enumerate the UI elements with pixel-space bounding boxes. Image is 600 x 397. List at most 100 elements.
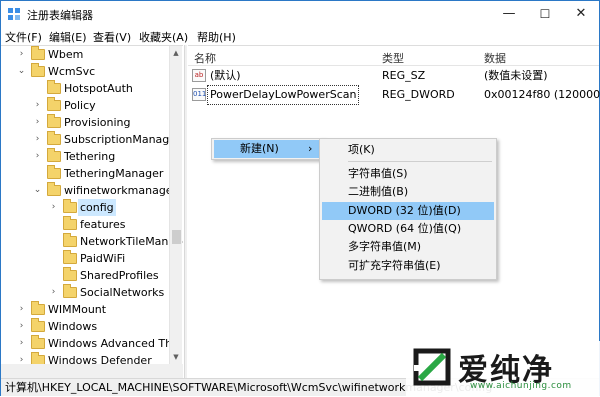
- expand-icon[interactable]: ›: [17, 46, 26, 63]
- menu-item-key[interactable]: 项(K): [322, 141, 494, 159]
- expand-icon[interactable]: ›: [33, 148, 42, 165]
- folder-icon: [63, 216, 77, 230]
- column-header-data[interactable]: 数据: [484, 50, 506, 66]
- tree-item-policy[interactable]: › Policy: [1, 97, 169, 114]
- scroll-thumb[interactable]: [172, 230, 181, 244]
- menu-item-label: 新建(N): [240, 142, 279, 155]
- binary-value-icon: 011: [192, 88, 206, 101]
- tree-item-label: wifinetworkmanager: [64, 184, 178, 197]
- tree-item-label: config: [78, 199, 116, 216]
- folder-icon: [63, 250, 77, 264]
- menu-item-multi-string-value[interactable]: 多字符串值(M): [322, 238, 494, 256]
- menu-file[interactable]: 文件(F): [5, 29, 42, 45]
- menu-view[interactable]: 查看(V): [93, 29, 131, 45]
- tree-item-label: Windows Defender: [48, 354, 152, 364]
- value-name: (默认): [210, 69, 241, 82]
- tree-item-sharedprofiles[interactable]: SharedProfiles: [1, 267, 169, 284]
- folder-icon: [47, 182, 61, 196]
- tree-item-tethering[interactable]: › Tethering: [1, 148, 169, 165]
- menu-item-dword-value[interactable]: DWORD (32 位)值(D): [322, 202, 494, 220]
- tree-item-networktilemanager[interactable]: NetworkTileManager: [1, 233, 183, 250]
- menu-favorites[interactable]: 收藏夹(A): [139, 29, 188, 45]
- value-type: REG_SZ: [382, 69, 426, 82]
- expand-icon[interactable]: ›: [17, 318, 26, 335]
- tree-item-label: features: [80, 218, 126, 231]
- title-bar: 注册表编辑器 — ☐ ✕: [1, 1, 599, 27]
- expand-icon[interactable]: ›: [17, 301, 26, 318]
- tree-item-windows-advanced-threat-protection[interactable]: › Windows Advanced Threat Protection: [1, 335, 169, 352]
- expand-icon: [33, 165, 42, 182]
- menu-item-label: QWORD (64 位)值(Q): [348, 222, 462, 235]
- tree-item-paidwifi[interactable]: PaidWiFi: [1, 250, 169, 267]
- tree-item-config[interactable]: › config: [1, 199, 169, 216]
- value-data: 0x00124f80 (1200000): [484, 88, 600, 101]
- value-row-powerdelaylowpowerscan[interactable]: 011 PowerDelayLowPowerScan REG_DWORD 0x0…: [188, 85, 600, 105]
- expand-icon[interactable]: ›: [49, 284, 58, 301]
- tree-item-windows[interactable]: › Windows: [1, 318, 169, 335]
- registry-key-tree[interactable]: › Wbem ⌄ WcmSvc HotspotAuth › Policy › P…: [1, 45, 183, 379]
- tree-item-label: NetworkTileManager: [80, 235, 183, 248]
- menu-separator: [348, 161, 492, 162]
- folder-icon: [31, 46, 45, 60]
- context-menu: 新建(N) ›: [211, 138, 325, 160]
- expand-icon: [49, 233, 58, 250]
- expand-icon[interactable]: ›: [33, 97, 42, 114]
- folder-open-icon: [63, 199, 77, 213]
- expand-icon[interactable]: ›: [33, 131, 42, 148]
- menu-help[interactable]: 帮助(H): [197, 29, 236, 45]
- watermark-url: www.aichunjing.com: [470, 381, 572, 391]
- folder-icon: [31, 301, 45, 315]
- value-row-default[interactable]: ab (默认) REG_SZ (数值未设置): [188, 67, 599, 85]
- expand-icon[interactable]: ›: [49, 199, 58, 216]
- new-submenu: 项(K) 字符串值(S) 二进制值(B) DWORD (32 位)值(D) QW…: [319, 138, 497, 280]
- tree-item-provisioning[interactable]: › Provisioning: [1, 114, 169, 131]
- menu-item-label: 二进制值(B): [348, 185, 409, 198]
- menu-item-binary-value[interactable]: 二进制值(B): [322, 183, 494, 201]
- column-header-name[interactable]: 名称: [194, 50, 216, 66]
- tree-item-label: TetheringManager: [64, 167, 164, 180]
- window-title: 注册表编辑器: [27, 9, 93, 22]
- column-header-type[interactable]: 类型: [382, 50, 404, 66]
- tree-item-wifinetworkmanager[interactable]: ⌄ wifinetworkmanager: [1, 182, 177, 199]
- close-button[interactable]: ✕: [563, 1, 599, 27]
- brand-logo-icon: [413, 348, 451, 386]
- collapse-icon[interactable]: ⌄: [17, 63, 26, 80]
- scroll-up-icon[interactable]: ▲: [170, 46, 182, 60]
- maximize-button[interactable]: ☐: [527, 1, 563, 27]
- folder-icon: [47, 80, 61, 94]
- folder-icon: [31, 63, 45, 77]
- tree-item-features[interactable]: features: [1, 216, 169, 233]
- menu-item-label: 多字符串值(M): [348, 240, 422, 253]
- tree-item-label: Provisioning: [64, 116, 131, 129]
- minimize-button[interactable]: —: [491, 1, 527, 27]
- list-header: 名称 类型 数据: [188, 46, 599, 66]
- menu-item-label: 字符串值(S): [348, 167, 408, 180]
- menu-edit[interactable]: 编辑(E): [49, 29, 87, 45]
- expand-icon[interactable]: ›: [17, 352, 26, 364]
- tree-item-hotspotauth[interactable]: HotspotAuth: [1, 80, 169, 97]
- folder-icon: [63, 233, 77, 247]
- tree-item-label: SocialNetworks: [80, 286, 165, 299]
- menu-item-new[interactable]: 新建(N) ›: [214, 140, 322, 158]
- tree-item-wbem[interactable]: › Wbem: [1, 46, 169, 63]
- tree-horizontal-scrollbar[interactable]: [1, 364, 183, 378]
- pane-splitter[interactable]: [184, 45, 187, 379]
- menu-item-string-value[interactable]: 字符串值(S): [322, 165, 494, 183]
- tree-item-windows-defender[interactable]: › Windows Defender: [1, 352, 169, 364]
- tree-item-wimmount[interactable]: › WIMMount: [1, 301, 169, 318]
- folder-icon: [47, 131, 61, 145]
- menu-item-expandable-string-value[interactable]: 可扩充字符串值(E): [322, 257, 494, 275]
- expand-icon[interactable]: ›: [33, 114, 42, 131]
- menu-bar: 文件(F) 编辑(E) 查看(V) 收藏夹(A) 帮助(H): [1, 27, 599, 45]
- tree-item-tetheringmanager[interactable]: TetheringManager: [1, 165, 169, 182]
- tree-item-subscriptionmanager[interactable]: › SubscriptionManager: [1, 131, 181, 148]
- tree-vertical-scrollbar[interactable]: ▲ ▼: [169, 46, 182, 364]
- scroll-down-icon[interactable]: ▼: [170, 350, 182, 364]
- expand-icon[interactable]: ›: [17, 335, 26, 352]
- tree-item-label: WcmSvc: [48, 65, 96, 78]
- tree-item-wcmsvc[interactable]: ⌄ WcmSvc: [1, 63, 169, 80]
- expand-icon: [33, 80, 42, 97]
- collapse-icon[interactable]: ⌄: [33, 182, 42, 199]
- tree-item-socialnetworks[interactable]: › SocialNetworks: [1, 284, 169, 301]
- menu-item-qword-value[interactable]: QWORD (64 位)值(Q): [322, 220, 494, 238]
